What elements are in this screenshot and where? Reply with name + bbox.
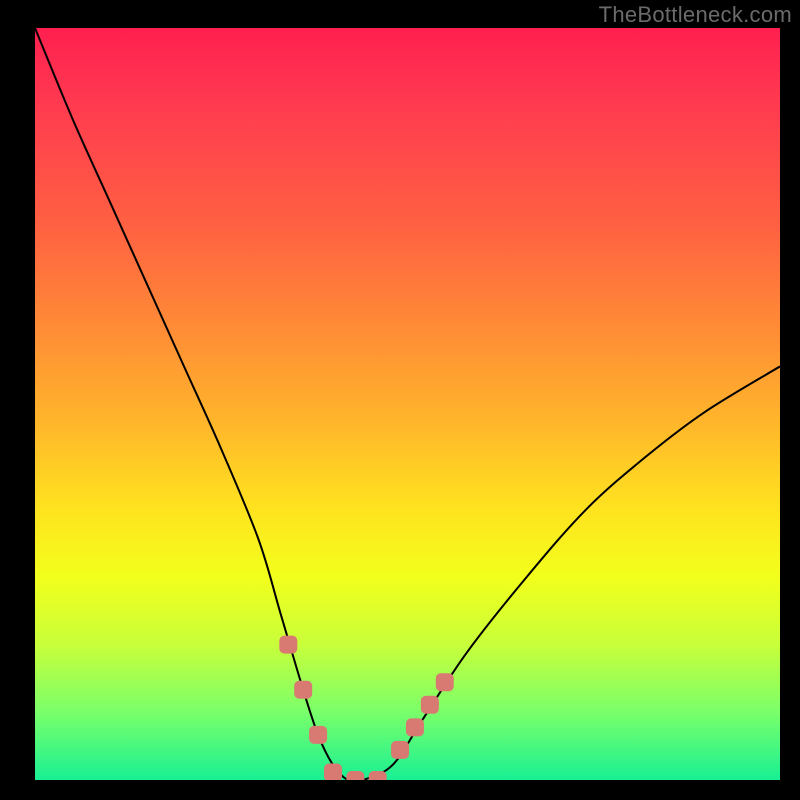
marker-point xyxy=(436,673,454,691)
marker-point xyxy=(294,681,312,699)
marker-point xyxy=(279,636,297,654)
marker-point xyxy=(346,771,364,780)
marker-point xyxy=(391,741,409,759)
bottleneck-curve xyxy=(35,28,780,780)
marker-point xyxy=(369,771,387,780)
marker-point xyxy=(324,763,342,780)
chart-frame: TheBottleneck.com xyxy=(0,0,800,800)
plot-svg xyxy=(35,28,780,780)
highlight-markers xyxy=(279,636,453,780)
marker-point xyxy=(421,696,439,714)
marker-point xyxy=(309,726,327,744)
plot-area xyxy=(35,28,780,780)
marker-point xyxy=(406,718,424,736)
watermark-text: TheBottleneck.com xyxy=(599,2,792,28)
